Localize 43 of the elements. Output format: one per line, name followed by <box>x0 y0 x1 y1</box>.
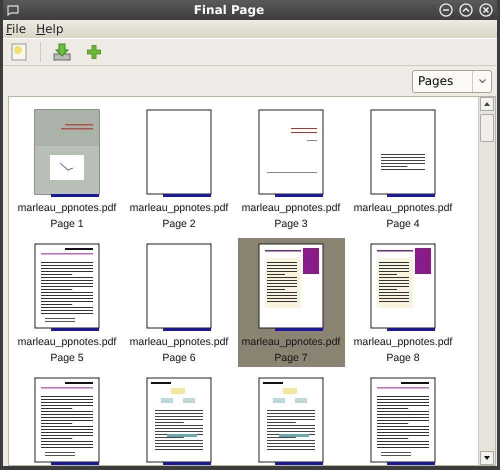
page-number: Page 2 <box>162 217 196 231</box>
view-select[interactable]: Pages <box>412 70 492 92</box>
file-name: marleau_ppnotes.pdf <box>130 335 228 349</box>
file-name: marleau_ppnotes.pdf <box>130 201 228 215</box>
import-button[interactable] <box>51 41 73 63</box>
file-name: marleau_ppnotes.pdf <box>354 201 452 215</box>
up-arrow-icon <box>484 102 490 106</box>
window-menu-icon[interactable] <box>7 4 19 16</box>
window-title: Final Page <box>192 3 266 17</box>
page-item[interactable]: marleau_ppnotes.pdf Page 2 <box>126 104 232 233</box>
page-item[interactable]: marleau_ppnotes.pdf Page 5 <box>14 238 120 367</box>
file-name: marleau_ppnotes.pdf <box>242 335 340 349</box>
page-number: Page 4 <box>386 217 420 231</box>
page-item[interactable]: marleau_ppnotes.pdf Page 1 <box>14 104 120 233</box>
page-item[interactable]: marleau_ppnotes.pdf Page 7 <box>238 238 344 367</box>
maximize-icon[interactable] <box>459 3 473 17</box>
page-number: Page 1 <box>50 217 84 231</box>
menu-item[interactable]: Help <box>36 22 64 36</box>
minimize-icon[interactable] <box>439 3 453 17</box>
download-tray-icon <box>53 43 71 61</box>
chevron-down-icon <box>478 78 486 84</box>
page-number: Page 7 <box>274 351 308 365</box>
menu-item[interactable]: File <box>6 22 26 36</box>
scroll-down-button[interactable] <box>480 451 494 465</box>
page-item[interactable]: marleau_ppnotes.pdf Page 4 <box>350 104 456 233</box>
scroll-up-button[interactable] <box>480 97 494 111</box>
file-name: marleau_ppnotes.pdf <box>18 201 116 215</box>
scrollbar[interactable] <box>478 97 495 465</box>
scroll-thumb[interactable] <box>480 114 494 142</box>
file-name: marleau_ppnotes.pdf <box>354 335 452 349</box>
plus-icon <box>87 45 101 59</box>
file-name: marleau_ppnotes.pdf <box>242 201 340 215</box>
new-document-icon <box>11 43 27 61</box>
page-number: Page 3 <box>274 217 308 231</box>
page-number: Page 5 <box>50 351 84 365</box>
down-arrow-icon <box>484 456 490 460</box>
page-item[interactable]: marleau_ppnotes.pdf Page 6 <box>126 238 232 367</box>
page-number: Page 8 <box>386 351 420 365</box>
close-icon[interactable] <box>479 3 493 17</box>
page-item[interactable]: marleau_ppnotes.pdf Page 8 <box>350 238 456 367</box>
file-name: marleau_ppnotes.pdf <box>18 335 116 349</box>
page-number: Page 6 <box>162 351 196 365</box>
page-item[interactable]: marleau_ppnotes.pdf Page 3 <box>238 104 344 233</box>
